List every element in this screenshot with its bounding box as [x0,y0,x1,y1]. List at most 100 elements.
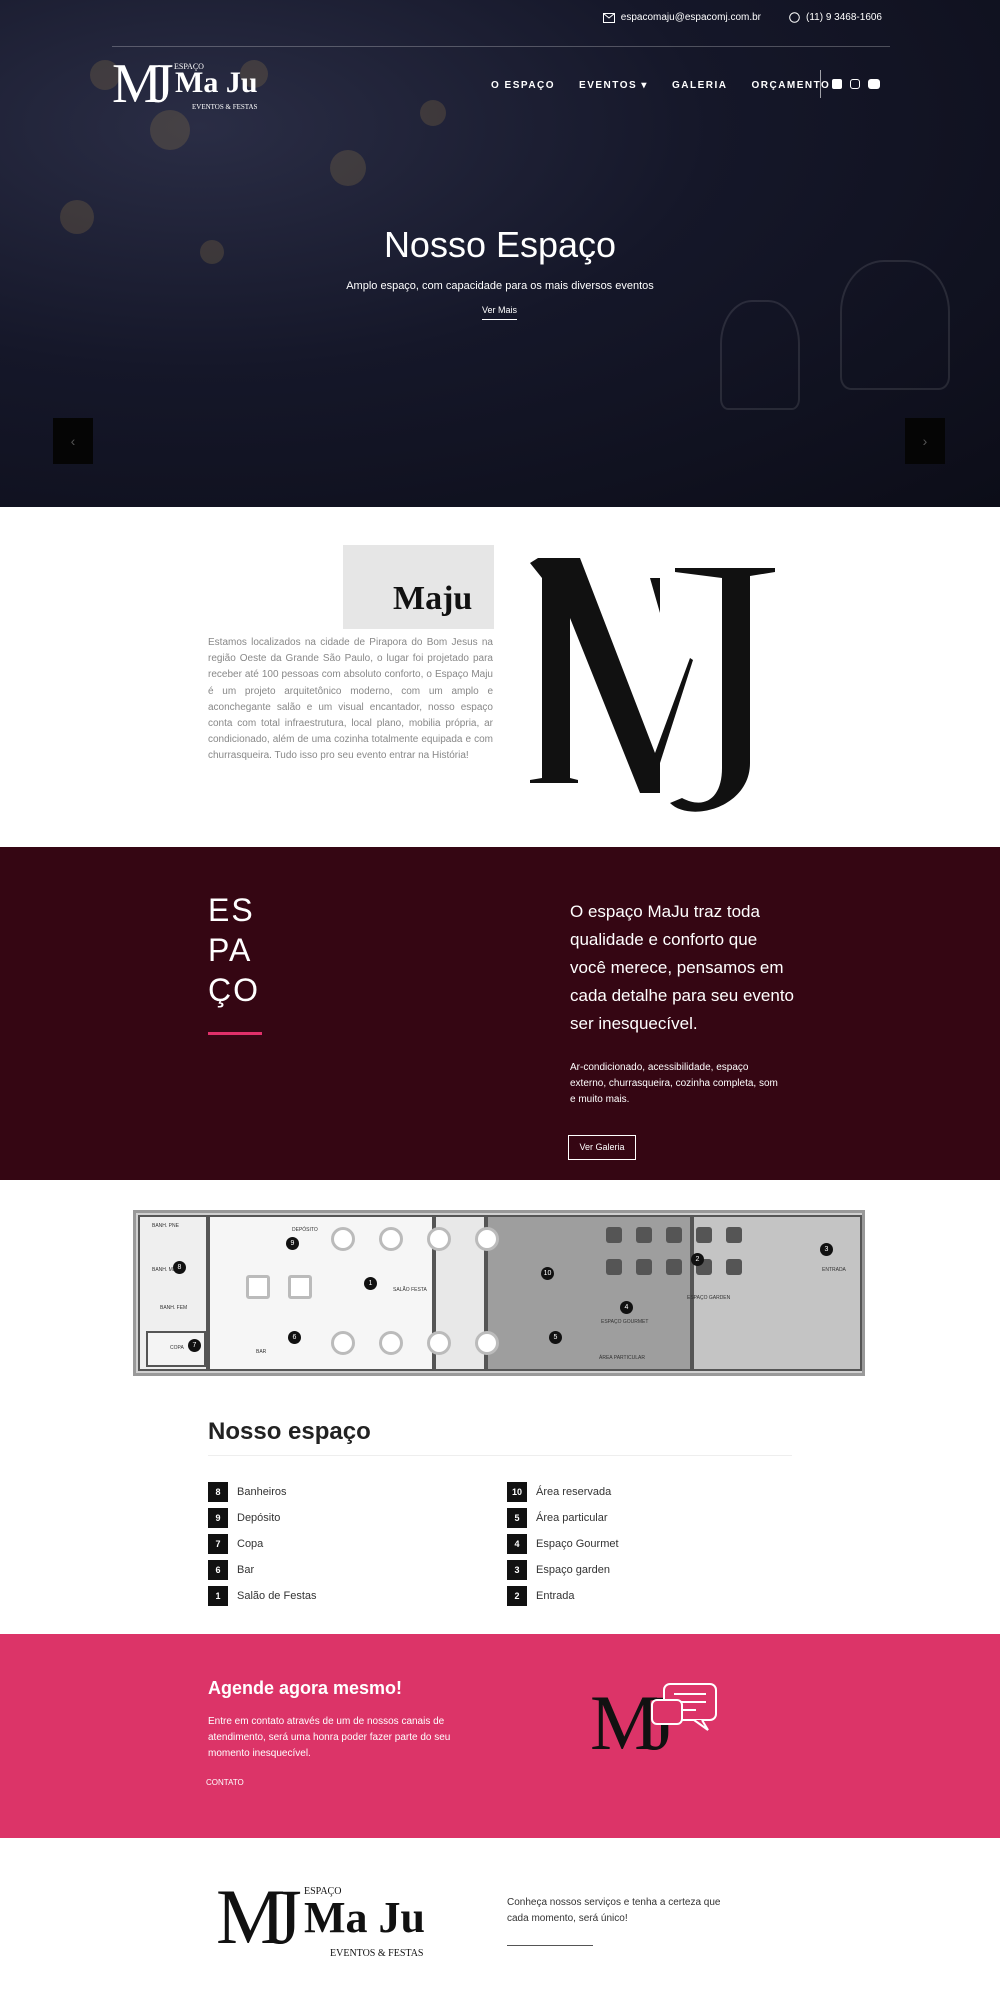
plan-marker: 6 [288,1331,301,1344]
chevron-right-icon: › [922,433,928,449]
list-item: 5 Área particular [507,1508,777,1528]
espaco-section [0,847,1000,1180]
bokeh-light [420,100,446,126]
plan-marker: 8 [173,1261,186,1274]
nav-separator [820,70,821,98]
header-divider [112,46,890,47]
facebook-icon[interactable] [832,79,842,89]
plan-garden-table [666,1259,682,1275]
plan-table [288,1275,312,1299]
plan-garden-table [726,1227,742,1243]
plan-table [427,1331,451,1355]
nav-item-orcamento[interactable]: ORÇAMENTO [751,80,830,91]
nav-item-galeria[interactable]: GALERIA [672,80,728,91]
number-badge: 3 [507,1560,527,1580]
wine-glass [720,300,800,410]
logo-mark: MJ [112,53,174,115]
espaco-word: ES PA ÇO [208,890,260,1010]
bokeh-light [330,150,366,186]
nosso-espaco-list-left: 8 Banheiros 9 Depósito 7 Copa 6 Bar 1 Salão d… [208,1482,478,1612]
cta-monogram: MJ [590,1680,720,1780]
plan-garden-table [726,1259,742,1275]
bokeh-light [150,110,190,150]
nav-item-eventos-label: EVENTOS [579,80,638,91]
number-badge: 8 [208,1482,228,1502]
youtube-icon[interactable] [868,79,880,89]
plan-garden-table [606,1259,622,1275]
carousel-prev-button[interactable]: ‹ [53,418,93,464]
number-badge: 7 [208,1534,228,1554]
nosso-espaco-list-right: 10 Área reservada 5 Área particular 4 Espaç… [507,1482,777,1612]
list-item-label: Bar [237,1564,255,1576]
number-badge: 4 [507,1534,527,1554]
list-item: 1 Salão de Festas [208,1586,478,1606]
envelope-icon [602,12,615,23]
plan-table [475,1331,499,1355]
espaco-word-line: PA [208,932,253,968]
footer-logo-mark: MJ [216,1873,302,1960]
espaco-headline: O espaço MaJu traz toda qualidade e conf… [570,902,795,1033]
site-logo[interactable]: MJ ESPAÇO Ma Ju EVENTOS & FESTAS [112,56,262,116]
logo-tagline: EVENTOS & FESTAS [192,103,258,111]
topbar: espacomaju@espacomj.com.br (11) 9 3468-1… [602,12,882,23]
list-item-label: Depósito [237,1512,281,1524]
hero-banner: espacomaju@espacomj.com.br (11) 9 3468-1… [0,0,1000,507]
plan-garden-table [696,1227,712,1243]
list-item: 8 Banheiros [208,1482,478,1502]
hero-subtitle: Amplo espaço, com capacidade para os mai… [346,280,654,292]
list-item-label: Entrada [536,1590,575,1602]
whatsapp-icon [789,12,800,23]
topbar-email[interactable]: espacomaju@espacomj.com.br [602,12,762,23]
plan-marker: 3 [820,1243,833,1256]
list-item-label: Copa [237,1538,264,1550]
plan-table [246,1275,270,1299]
list-item: 7 Copa [208,1534,478,1554]
carousel-next-button[interactable]: › [905,418,945,464]
ver-galeria-button[interactable]: Ver Galeria [568,1135,636,1160]
footer-logo[interactable]: MJ ESPAÇO Ma Ju EVENTOS & FESTAS [216,1873,436,1960]
plan-label: ESPAÇO GOURMET [601,1319,649,1325]
footer-logo-name: Ma Ju [304,1893,425,1942]
number-badge: 1 [208,1586,228,1606]
list-item: 6 Bar [208,1560,478,1580]
list-item: 10 Área reservada [507,1482,777,1502]
maju-monogram [530,558,775,812]
list-item-label: Área reservada [536,1486,612,1498]
plan-garden-table [666,1227,682,1243]
list-item: 2 Entrada [507,1586,777,1606]
plan-label: BAR [256,1349,267,1355]
nav-item-eventos[interactable]: EVENTOS ▾ [579,80,648,91]
footer-logo-tagline: EVENTOS & FESTAS [330,1948,424,1959]
about-title: Maju [393,580,473,617]
plan-table [379,1227,403,1251]
hero-ver-mais-button[interactable]: Ver Mais [482,305,518,320]
list-item-label: Banheiros [237,1486,287,1498]
email-text: espacomaju@espacomj.com.br [620,12,762,23]
plan-room-gourmet [486,1215,692,1371]
list-item: 9 Depósito [208,1508,478,1528]
plan-table [475,1227,499,1251]
plan-label: ÁREA PARTICULAR [599,1355,645,1361]
espaco-word-line: ÇO [208,972,260,1008]
plan-marker: 4 [620,1301,633,1314]
plan-table [331,1227,355,1251]
list-item-label: Área particular [536,1512,608,1524]
main-nav: O ESPAÇO EVENTOS ▾ GALERIA ORÇAMENTO [491,80,830,91]
plan-garden-table [636,1227,652,1243]
plan-marker: 7 [188,1339,201,1352]
logo-name: Ma Ju [175,66,258,99]
footer-text: Conheça nossos serviços e tenha a certez… [507,1897,721,1924]
about-text: Estamos localizados na cidade de Pirapor… [208,637,493,762]
cta-section [0,1634,1000,1838]
instagram-icon[interactable] [850,79,860,89]
topbar-phone[interactable]: (11) 9 3468-1606 [789,12,882,23]
number-badge: 5 [507,1508,527,1528]
chevron-left-icon: ‹ [70,433,76,449]
plan-table [427,1227,451,1251]
number-badge: 9 [208,1508,228,1528]
nav-item-espaco[interactable]: O ESPAÇO [491,80,555,91]
phone-text: (11) 9 3468-1606 [806,12,882,23]
number-badge: 2 [507,1586,527,1606]
contato-button[interactable]: CONTATO [206,1778,244,1787]
plan-room-garden [692,1215,862,1371]
